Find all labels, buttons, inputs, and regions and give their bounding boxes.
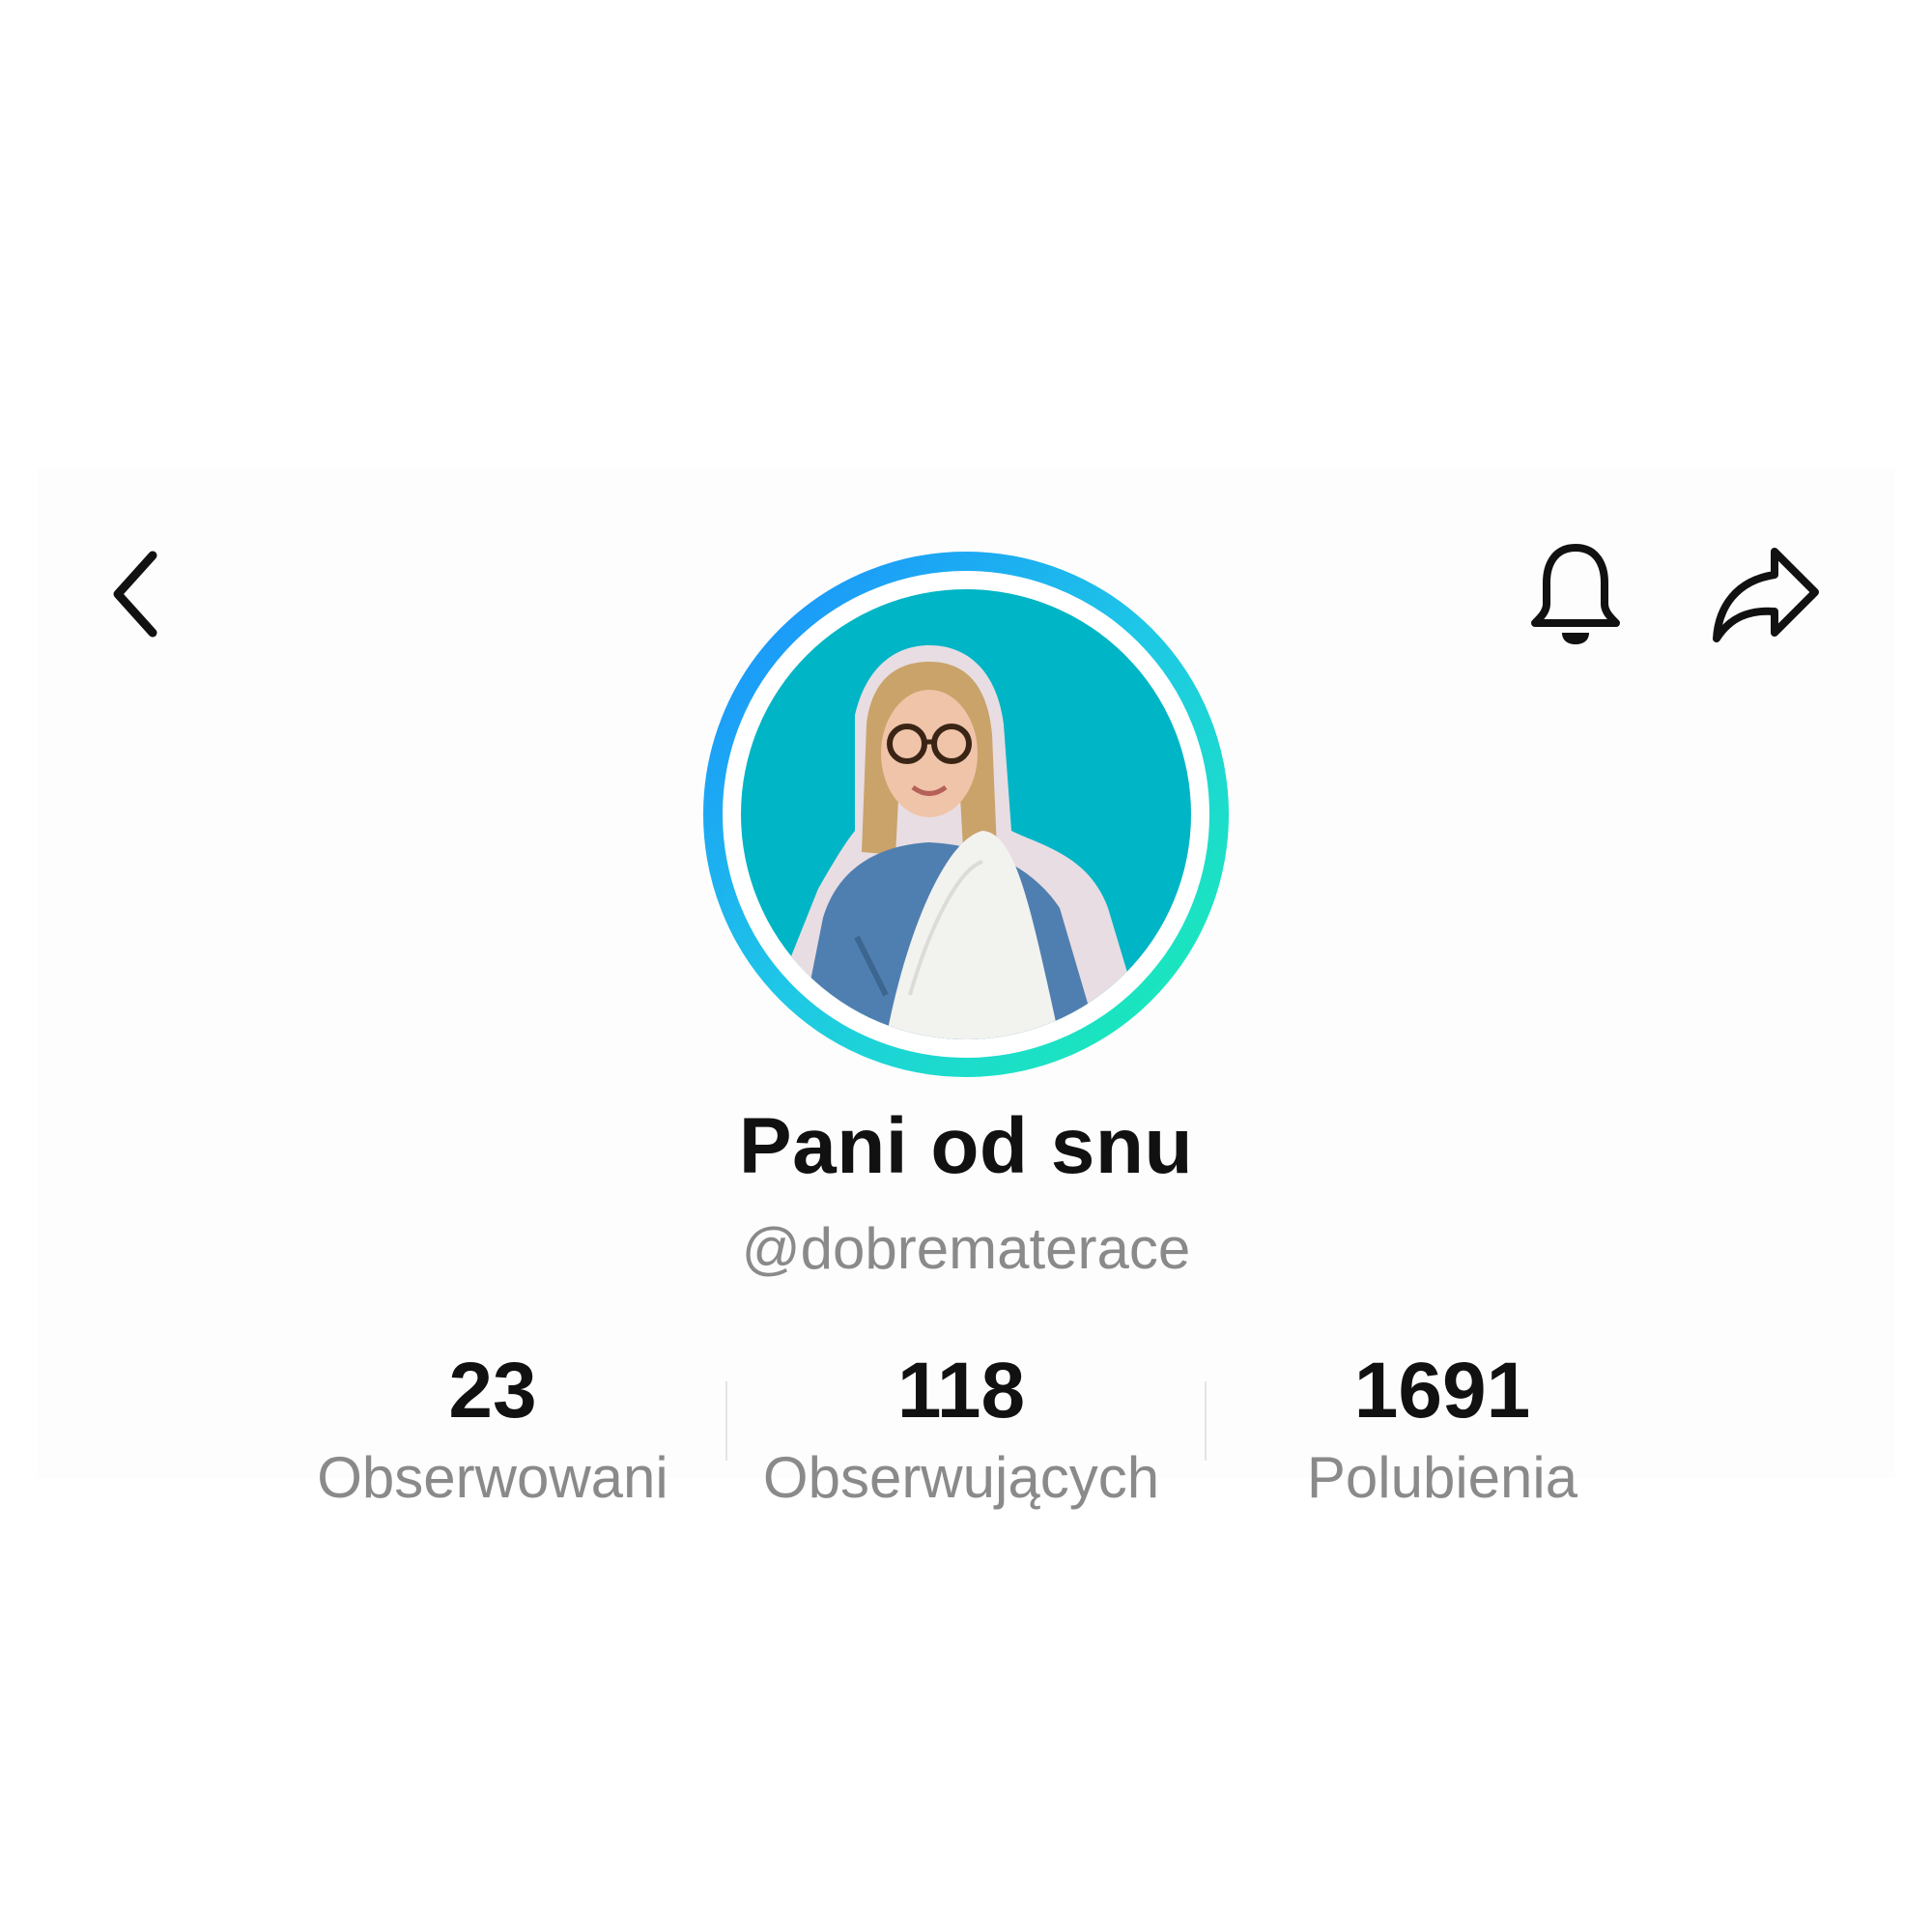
stat-following[interactable]: 23 Obserwowani [270,1343,715,1517]
stat-divider [725,1381,727,1461]
avatar-photo [741,589,1191,1039]
profile-display-name: Pani od snu [738,1102,1194,1190]
profile-stats: 23 Obserwowani 118 Obserwujących 1691 Po… [0,1343,1932,1517]
share-arrow-icon [1713,548,1819,642]
stat-followers-label: Obserwujących [762,1445,1160,1510]
profile-username: @dobrematerace [741,1216,1191,1281]
notification-bell-button[interactable] [1521,536,1630,652]
stat-likes[interactable]: 1691 Polubienia [1220,1343,1664,1517]
back-button[interactable] [92,541,179,647]
stat-divider [1205,1381,1207,1461]
person-with-mattress-illustration [741,589,1191,1039]
stat-following-label: Obserwowani [317,1445,668,1510]
share-button[interactable] [1702,539,1828,653]
bell-icon [1531,544,1620,644]
profile-page: Pani od snu @dobrematerace 23 Obserwowan… [0,0,1932,1932]
stat-followers[interactable]: 118 Obserwujących [739,1343,1183,1517]
profile-avatar[interactable] [702,551,1230,1078]
stat-followers-count: 118 [896,1347,1026,1435]
chevron-left-icon [113,551,157,638]
stat-following-count: 23 [448,1347,537,1435]
stat-likes-count: 1691 [1353,1347,1531,1435]
stat-likes-label: Polubienia [1306,1445,1578,1510]
